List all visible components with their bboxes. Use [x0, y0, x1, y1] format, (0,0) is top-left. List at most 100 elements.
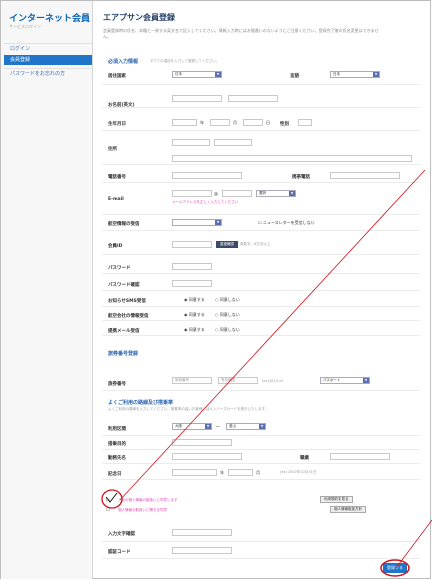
email-hint: メールアドレスを正しく入力してください [172, 200, 239, 204]
sms-disagree-radio[interactable]: ○ 同意しない [215, 297, 240, 303]
mail-agree-radio[interactable]: ◉ 同意する [184, 312, 205, 318]
section-basic-title: 必須入力情報 [108, 59, 139, 65]
anniversary-year-unit: 年 [220, 470, 224, 475]
birth-year-input[interactable] [172, 119, 197, 126]
route-separator: 〜 [216, 424, 220, 429]
birth-day-input[interactable] [243, 119, 263, 126]
name-label: お名前(英文) [108, 103, 135, 108]
password-label: パスワード [108, 266, 131, 271]
anniversary-month-unit: 月 [256, 470, 260, 475]
row-captcha [102, 524, 420, 542]
dm-label: 提携メール受信 [108, 329, 140, 334]
birth-label: 生年月日 [108, 122, 126, 127]
sidebar-item-forgot-password[interactable]: パスワードをお忘れの方 [4, 68, 92, 78]
section-basic-note: すべての項目を入力して登録してください。 [150, 59, 220, 63]
mail-label: 航空会社の情報受信 [108, 314, 149, 319]
sms-label: お知らせSMS受信 [108, 299, 146, 304]
expiry-input[interactable]: 有効期限 [218, 377, 258, 384]
company-input[interactable] [172, 453, 242, 460]
privacy-policy-button[interactable]: 個人情報取扱方針 [330, 506, 366, 513]
section-passport-title: 旅券番号登録 [108, 351, 139, 357]
id-input[interactable] [172, 241, 212, 248]
row-dm [102, 322, 420, 336]
route-to-select[interactable]: 釜山 ▼ [226, 423, 266, 430]
anniversary-year-input[interactable] [172, 469, 217, 476]
captcha-label: 入力文字確認 [108, 532, 135, 537]
row-code [102, 543, 420, 559]
job-input[interactable] [330, 453, 390, 460]
row-anniversary [102, 466, 420, 480]
sidebar-item-login[interactable]: ログイン [4, 43, 92, 53]
passport-example: (ex)2014.10 [262, 379, 284, 383]
sms-agree-radio[interactable]: ◉ 同意する [184, 297, 205, 303]
passport-input[interactable]: 旅券番号 [172, 377, 212, 384]
newsletter-select[interactable]: ▼ [172, 219, 222, 226]
lang-label: 言語 [290, 74, 299, 79]
zipcode2-input[interactable] [214, 139, 252, 146]
privacy2-checkbox[interactable]: ☐ [106, 507, 110, 512]
last-name-input[interactable] [172, 95, 222, 102]
anniversary-label: 記念日 [108, 472, 122, 477]
dm-agree-radio[interactable]: ◉ 同意する [184, 327, 205, 333]
privacy-checkbox[interactable]: ☐ [106, 497, 110, 502]
page-description: 会員登録時の氏名、本籍と一致する英文名で記入してください。情報入力時にはお間違い… [103, 28, 379, 39]
submit-button[interactable]: 登録する [383, 563, 407, 573]
birth-month-input[interactable] [210, 119, 230, 126]
purpose-label: 搭乗目的 [108, 442, 126, 447]
newsletter-checkbox[interactable]: ☐ ニュースレターを受信しない [258, 220, 315, 226]
password-input[interactable] [172, 263, 212, 270]
gender-label: 性別 [280, 122, 289, 127]
id-label: 会員ID [108, 244, 123, 249]
section-optional-title: よくご利用の路線及び搭乗率 [108, 400, 174, 406]
code-label: 認証コード [108, 550, 131, 555]
gender-select[interactable] [298, 119, 312, 126]
route-from-select[interactable]: 大阪 ▼ [172, 423, 212, 430]
id-hint: 英数字、6文字以上 [240, 242, 271, 246]
dm-disagree-radio[interactable]: ○ 同意しない [215, 327, 240, 333]
company-label: 勤務先名 [108, 456, 126, 461]
first-name-input[interactable] [228, 95, 278, 102]
captcha-input[interactable] [172, 529, 232, 536]
mail-disagree-radio[interactable]: ○ 同意しない [215, 312, 240, 318]
birth-year-unit: 年 [200, 120, 204, 125]
mobile-input[interactable] [330, 172, 400, 179]
sidebar: インターネット会員 サービスログイン ログイン 会員登録 パスワードをお忘れの方 [1, 1, 93, 579]
terms-button[interactable]: 利用規約を見る [320, 496, 353, 503]
phone-label: 電話番号 [108, 175, 126, 180]
at-sign: @ [214, 191, 218, 196]
purpose-input[interactable] [172, 439, 232, 446]
brand-subtitle: サービスログイン [9, 24, 41, 29]
newsletter-label: 航空情報の受信 [108, 222, 140, 227]
sidebar-item-register[interactable]: 会員登録 [4, 55, 92, 65]
anniversary-example: (ex) 2007年10月31日 [280, 470, 317, 474]
brand-title: インターネット会員 [9, 14, 91, 24]
email-domain-input[interactable] [222, 190, 252, 197]
lang-select[interactable]: 日本 ▼ [330, 71, 380, 78]
country-label: 居住国家 [108, 74, 126, 79]
birth-day-unit: 日 [266, 120, 270, 125]
privacy-text: 個人情報の取扱いに関する同意 [118, 508, 167, 512]
page-title: エアプサン会員登録 [103, 13, 175, 22]
row-sms [102, 293, 420, 307]
address-label: 住所 [108, 147, 117, 152]
passport-label: 旅券番号 [108, 382, 126, 387]
zipcode-input[interactable] [172, 139, 210, 146]
code-input[interactable] [172, 547, 232, 554]
address-input[interactable] [172, 155, 412, 162]
birth-month-unit: 月 [233, 120, 237, 125]
country-select[interactable]: 日本 ▼ [172, 71, 222, 78]
phone-input[interactable] [172, 172, 242, 179]
row-password-confirm [102, 275, 420, 291]
password-confirm-input[interactable] [172, 280, 212, 287]
email-domain-select[interactable]: 選択 ▼ [256, 190, 296, 197]
anniversary-month-input[interactable] [228, 469, 253, 476]
passport-type-select[interactable]: パスポート ▼ [320, 377, 370, 384]
route-label: 利用区間 [108, 427, 126, 432]
row-password [102, 258, 420, 274]
password-confirm-label: パスワード確認 [108, 283, 140, 288]
section-optional-note: よくご利用の路線を入力してください。搭乗率の高いお客様にはメンバーズカードを発行… [108, 407, 269, 411]
email-local-input[interactable] [172, 190, 212, 197]
id-check-button[interactable]: 重複確認 [216, 241, 238, 248]
privacy-agree-text: 上記の個人情報の取扱いに同意します [118, 498, 178, 502]
row-purpose [102, 436, 420, 450]
